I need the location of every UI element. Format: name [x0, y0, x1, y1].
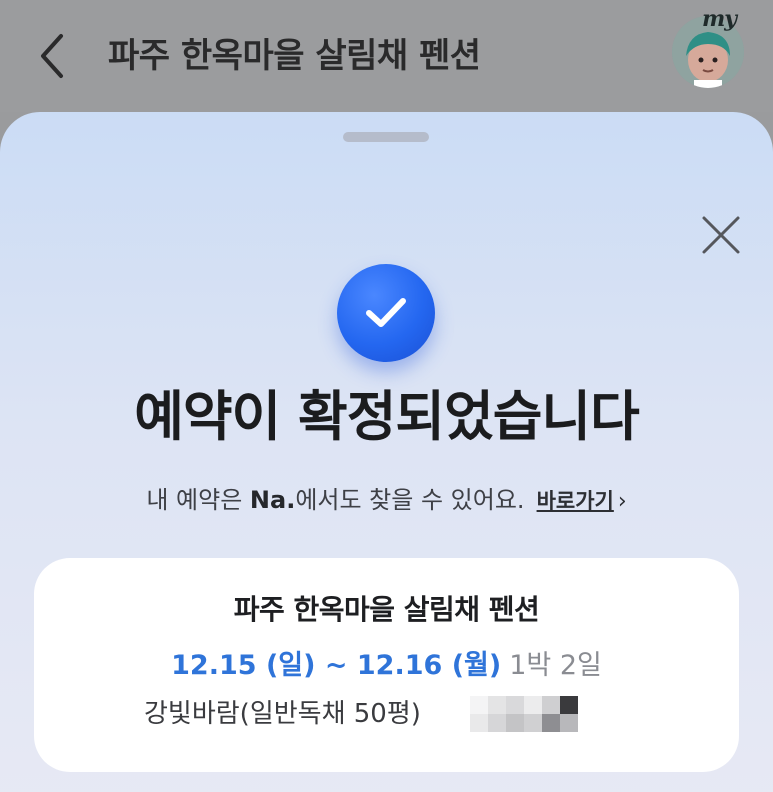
room-type: 강빛바람(일반독채 50평) [144, 699, 421, 729]
check-circle-icon [337, 264, 435, 362]
nights-count: 1박 2일 [509, 650, 602, 681]
check-icon [366, 298, 406, 327]
sheet-grabber[interactable] [343, 132, 429, 142]
app-bar: 파주 한옥마을 살림채 펜션 my [0, 0, 773, 112]
chevron-right-icon[interactable]: › [618, 489, 627, 514]
confirmation-sheet: 예약이 확정되었습니다 내 예약은 Na.에서도 찾을 수 있어요. 바로가기 › … [0, 112, 773, 792]
chevron-left-icon [41, 34, 63, 78]
page: 파주 한옥마을 살림채 펜션 my 예약이 확정되었습니다 내 예약은 Na.에… [0, 0, 773, 792]
reservation-card[interactable]: 파주 한옥마을 살림채 펜션 12.15 (일) ~ 12.16 (월) 1박 2… [34, 558, 739, 772]
brand-name: Na. [249, 486, 296, 514]
subtext-suffix: 에서도 찾을 수 있어요. [295, 486, 525, 514]
close-button[interactable] [698, 212, 744, 258]
confirmation-headline: 예약이 확정되었습니다 [134, 385, 640, 448]
property-name: 파주 한옥마을 살림채 펜션 [233, 593, 540, 626]
back-button[interactable] [30, 28, 74, 84]
close-icon [702, 216, 740, 254]
page-title: 파주 한옥마을 살림채 펜션 [108, 36, 481, 76]
avatar-my-tag: my [702, 6, 737, 32]
subtext-prefix: 내 예약은 [146, 486, 250, 514]
stay-dates: 12.15 (일) ~ 12.16 (월) 1박 2일 [34, 644, 739, 688]
confirmation-subtext: 내 예약은 Na.에서도 찾을 수 있어요. 바로가기 › [0, 480, 773, 522]
date-range: 12.15 (일) ~ 12.16 (월) [171, 650, 502, 681]
redacted-guest-info [470, 696, 578, 732]
shortcut-link[interactable]: 바로가기 [537, 489, 614, 513]
